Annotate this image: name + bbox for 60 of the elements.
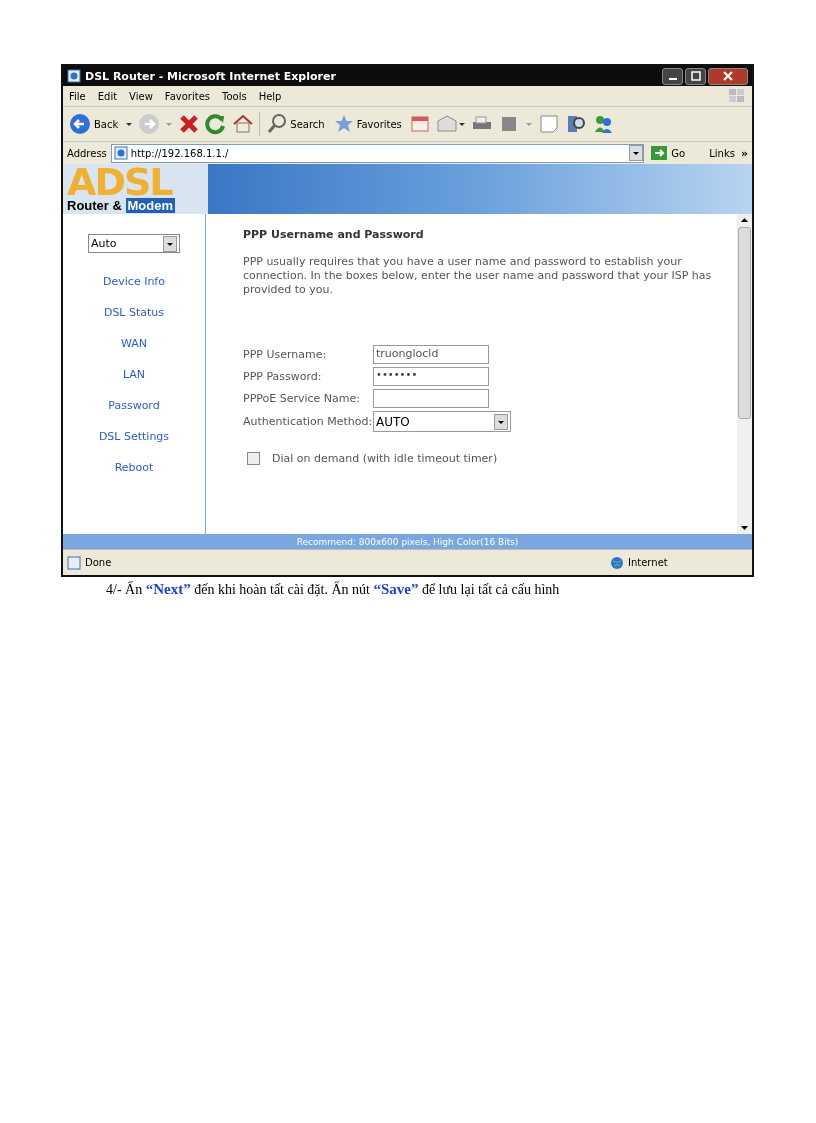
close-button[interactable] xyxy=(708,67,748,85)
scroll-down-icon[interactable] xyxy=(740,525,749,531)
menu-item[interactable]: View xyxy=(129,90,153,102)
sidebar-link[interactable]: WAN xyxy=(121,337,147,350)
go-button[interactable]: Go xyxy=(648,145,696,161)
address-label: Address xyxy=(67,147,107,159)
sidebar-link[interactable]: LAN xyxy=(122,368,146,381)
history-icon[interactable] xyxy=(408,113,431,135)
maximize-icon xyxy=(690,71,701,81)
sidebar-link[interactable]: Device Info xyxy=(103,275,165,288)
star-icon xyxy=(333,113,354,135)
menu-item[interactable]: Favorites xyxy=(164,90,210,102)
logo: ADSL Router & Modem xyxy=(63,164,208,214)
stop-icon[interactable] xyxy=(178,113,201,135)
field-label: PPPoE Service Name: xyxy=(243,392,361,405)
maximize-button[interactable] xyxy=(685,67,706,85)
language-select[interactable]: Auto xyxy=(88,234,180,253)
field-label: PPP Password: xyxy=(243,370,323,383)
menu-item[interactable]: Tools xyxy=(222,90,247,102)
mail-icon[interactable] xyxy=(435,113,466,135)
password-field[interactable]: ••••••• xyxy=(373,367,489,386)
select-field[interactable]: AUTO xyxy=(373,411,511,432)
minimize-icon xyxy=(668,78,677,80)
window-title: DSL Router - Microsoft Internet Explorer xyxy=(85,69,337,83)
home-icon[interactable] xyxy=(232,113,255,135)
sidebar-link[interactable]: DSL Settings xyxy=(98,430,170,443)
menu-item[interactable]: File xyxy=(69,90,86,102)
field-label: Authentication Method: xyxy=(243,415,373,428)
search-icon xyxy=(267,113,288,135)
links-button[interactable]: Links xyxy=(699,147,737,159)
windows-logo-icon xyxy=(728,88,746,104)
globe-icon xyxy=(610,555,624,570)
form-title: PPP Username and Password xyxy=(243,228,425,241)
minimize-button[interactable] xyxy=(662,67,683,85)
page-icon xyxy=(67,69,81,83)
checkbox[interactable] xyxy=(247,452,260,465)
sidebar-link[interactable]: Reboot xyxy=(114,461,154,474)
checkbox-label: Dial on demand (with idle timeout timer) xyxy=(272,452,498,465)
back-button[interactable]: Back xyxy=(67,113,121,135)
page-icon xyxy=(113,146,128,160)
close-icon xyxy=(723,71,733,81)
zone-text: Internet xyxy=(628,557,669,568)
menu-item[interactable]: Help xyxy=(258,90,282,102)
sidebar-link[interactable]: Password xyxy=(108,399,160,412)
input-field[interactable] xyxy=(373,389,489,408)
address-field[interactable]: http://192.168.1.1./ xyxy=(110,143,645,163)
intro-text: PPP usually requires that you have a user name and password to establish your connection. In the boxes below, enter the user name and password that your ISP has provided to you. xyxy=(243,255,713,297)
refresh-icon[interactable] xyxy=(205,113,228,135)
menu-item[interactable]: Edit xyxy=(97,90,118,102)
search-button[interactable]: Search xyxy=(265,113,327,135)
status-text: Done xyxy=(85,557,112,568)
caption: 4/- Ấn “Next” đến khi hoàn tất cài đặt. Ấn nút “Save” để lưu lại tất cả cấu hình xyxy=(106,581,561,598)
input-field[interactable]: truonglocld xyxy=(373,345,489,364)
page-icon xyxy=(67,555,81,570)
favorites-button[interactable]: Favorites xyxy=(331,113,404,135)
sidebar-link[interactable]: DSL Status xyxy=(103,306,165,319)
chevron-button[interactable]: » xyxy=(740,146,748,160)
recommend-text: Recommend: 800x600 pixels, High Color(16 Bits) xyxy=(296,536,519,547)
scroll-up-icon[interactable] xyxy=(740,217,749,223)
field-label: PPP Username: xyxy=(243,348,328,361)
